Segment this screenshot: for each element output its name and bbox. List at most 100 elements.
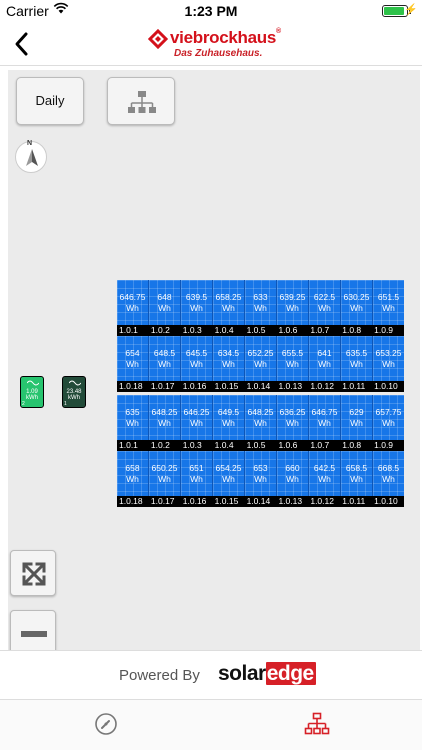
panel-id-label: 1.0.3 [182,440,202,450]
solar-panel[interactable]: 652.25 Wh [245,336,277,381]
panel-row: 654 Wh 648.5 Wh 645.5 Wh 634.5 Wh 652.25 Wh 655.5 W… [117,336,404,381]
solar-panel[interactable]: 648.25 Wh [245,395,277,440]
solar-panel[interactable]: 646.25 Wh [181,395,213,440]
panel-id-label: 1.0.2 [150,325,170,335]
panel-id-label: 1.0.17 [150,381,175,391]
panel-energy-value: 654.25 [215,462,242,473]
zoom-out-button[interactable] [10,610,56,650]
panel-energy-value: 651.5 [377,291,400,302]
panel-energy-unit: Wh [126,473,139,484]
panel-energy-value: 635 [125,406,140,417]
solar-panel[interactable]: 633 Wh [245,280,277,325]
solar-panel[interactable]: 646.75 Wh [309,395,341,440]
solar-panel[interactable]: 639.25 Wh [277,280,309,325]
panel-energy-unit: Wh [126,358,139,369]
solar-panel[interactable]: 651 Wh [181,451,213,496]
panel-energy-unit: Wh [222,473,235,484]
solar-panel[interactable]: 653 Wh [245,451,277,496]
panel-id-label: 1.0.14 [246,496,271,506]
solar-panel[interactable]: 622.5 Wh [309,280,341,325]
panel-energy-unit: Wh [286,417,299,428]
solar-panel[interactable]: 654.25 Wh [213,451,245,496]
panel-id-label: 1.0.16 [182,381,207,391]
panel-id-label: 1.0.12 [310,496,334,506]
solar-panel[interactable]: 634.5 Wh [213,336,245,381]
hierarchy-view-button[interactable] [107,77,175,125]
zoom-fit-button[interactable] [10,550,56,596]
solar-panel[interactable]: 648.5 Wh [149,336,181,381]
panel-energy-value: 641 [317,347,332,358]
solar-panel[interactable]: 653.25 Wh [373,336,404,381]
inverter-2[interactable]: 1.09 kWh 2 [20,376,44,408]
chevron-left-icon[interactable] [8,26,36,62]
panel-energy-unit: Wh [190,358,203,369]
tab-bar [0,700,422,750]
panel-id-label: 1.0.17 [150,496,175,506]
viebrockhaus-logo-mark-icon [148,29,168,49]
panel-energy-unit: Wh [286,473,299,484]
solar-panel[interactable]: 649.5 Wh [213,395,245,440]
panel-energy-unit: Wh [318,302,331,313]
panel-energy-value: 622.5 [313,291,336,302]
panel-energy-unit: Wh [382,417,395,428]
inverter-1[interactable]: 23.48 kWh 1 [62,376,86,408]
panel-energy-value: 646.25 [183,406,210,417]
tab-dashboard[interactable] [94,712,118,736]
solar-panel[interactable]: 657.75 Wh [373,395,404,440]
tab-site-layout[interactable] [304,712,330,736]
inverter-unit: kWh [68,395,80,401]
solar-panel[interactable]: 648 Wh [149,280,181,325]
panel-energy-unit: Wh [254,417,267,428]
solar-panel[interactable]: 654 Wh [117,336,149,381]
solar-panel[interactable]: 630.25 Wh [341,280,373,325]
solar-panel[interactable]: 629 Wh [341,395,373,440]
panel-string-block-1: 646.75 Wh 648 Wh 639.5 Wh 658.25 Wh 633 Wh 639.25 W… [117,280,404,392]
solar-panel[interactable]: 655.5 Wh [277,336,309,381]
panel-energy-value: 648.25 [247,406,274,417]
solar-panel[interactable]: 658 Wh [117,451,149,496]
solar-panel[interactable]: 651.5 Wh [373,280,404,325]
panel-energy-unit: Wh [190,473,203,484]
panel-energy-value: 668.5 [377,462,400,473]
panel-id-label: 1.0.14 [246,381,271,391]
solar-panel[interactable]: 639.5 Wh [181,280,213,325]
solar-panel[interactable]: 645.5 Wh [181,336,213,381]
panel-id-label: 1.0.10 [374,496,398,506]
status-bar: Carrier 1:23 PM ⚡ [0,0,422,22]
solar-panel[interactable]: 648.25 Wh [149,395,181,440]
panel-energy-unit: Wh [158,358,171,369]
solar-panel[interactable]: 668.5 Wh [373,451,404,496]
solar-panel[interactable]: 660 Wh [277,451,309,496]
panel-row: 635 Wh 648.25 Wh 646.25 Wh 649.5 Wh 648.25 Wh 636.… [117,395,404,440]
solar-panel[interactable]: 658.5 Wh [341,451,373,496]
panel-energy-unit: Wh [286,302,299,313]
panel-energy-value: 646.75 [119,291,146,302]
panel-id-label: 1.0.13 [278,381,303,391]
panel-id-label: 1.0.2 [150,440,170,450]
solar-panel[interactable]: 635 Wh [117,395,149,440]
navigation-bar: viebrockhaus® Das Zuhausehaus. [0,22,422,66]
panel-energy-value: 650.25 [151,462,178,473]
panel-energy-unit: Wh [254,473,267,484]
panel-energy-value: 658.25 [215,291,242,302]
solar-panel[interactable]: 642.5 Wh [309,451,341,496]
solaredge-logo: solaredge [218,662,316,685]
minus-icon [21,631,47,637]
solar-panel[interactable]: 658.25 Wh [213,280,245,325]
site-layout-canvas[interactable]: Daily N 1.09 kWh 2 23.48 kWh 1 646.75 Wh 648… [8,70,420,650]
panel-energy-unit: Wh [350,473,363,484]
solar-panel[interactable]: 641 Wh [309,336,341,381]
solar-panel[interactable]: 650.25 Wh [149,451,181,496]
solar-panel[interactable]: 636.25 Wh [277,395,309,440]
panel-id-label: 1.0.9 [374,325,394,335]
panel-energy-unit: Wh [222,417,235,428]
panel-energy-unit: Wh [158,473,171,484]
solar-panel[interactable]: 646.75 Wh [117,280,149,325]
panel-energy-value: 639.25 [279,291,306,302]
panel-id-label: 1.0.8 [342,440,362,450]
period-daily-button[interactable]: Daily [16,77,84,125]
solar-panel[interactable]: 635.5 Wh [341,336,373,381]
panel-energy-unit: Wh [126,417,139,428]
panel-id-label: 1.0.10 [374,381,398,391]
panel-energy-value: 651 [189,462,204,473]
